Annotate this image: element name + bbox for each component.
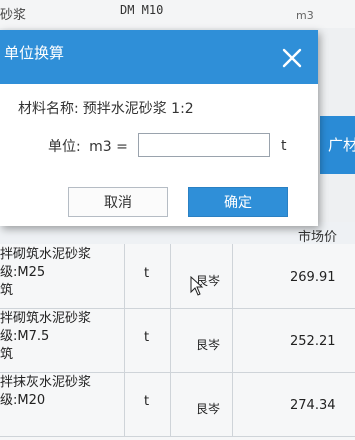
dialog-title: 单位换算 bbox=[4, 44, 65, 62]
material-name-label: 材料名称: bbox=[18, 101, 79, 117]
material-name-line: 材料名称: 预拌水泥砂浆 1:2 bbox=[18, 98, 194, 118]
material-table: 拌砌筑水泥砂浆 级:M25 筑 t 艮岑 269.91 拌砌筑水泥砂浆 级:M7… bbox=[0, 244, 355, 440]
table-row[interactable]: 拌砌筑水泥砂浆 级:M25 筑 t 艮岑 269.91 bbox=[0, 244, 355, 309]
cancel-button[interactable]: 取消 bbox=[68, 187, 168, 217]
equals-sign: = bbox=[116, 139, 128, 155]
table-row[interactable]: 拌砌筑水泥砂浆 级:M7.5 筑 t 艮岑 252.21 bbox=[0, 308, 355, 373]
close-icon[interactable] bbox=[280, 46, 304, 70]
row-unit: t bbox=[144, 330, 150, 345]
unit-conversion-dialog: 单位换算 材料名称: 预拌水泥砂浆 1:2 单位: m3 = t 取消 确定 bbox=[0, 30, 318, 226]
row-origin: 艮岑 bbox=[196, 338, 221, 352]
ok-button[interactable]: 确定 bbox=[188, 187, 288, 217]
unit-line: 单位: m3 = bbox=[48, 136, 128, 156]
conversion-factor-input[interactable] bbox=[138, 133, 270, 157]
unit-label: 单位: bbox=[48, 139, 81, 155]
from-unit: m3 bbox=[89, 139, 112, 155]
bg-cell-unit: m3 bbox=[296, 9, 314, 22]
row-name: 拌砌筑水泥砂浆 级:M25 筑 bbox=[0, 247, 92, 298]
row-origin: 艮岑 bbox=[196, 402, 221, 416]
row-price: 269.91 bbox=[290, 270, 336, 285]
table-row[interactable]: 拌抹灰水泥砂浆 级:M20 t 艮岑 274.34 bbox=[0, 372, 355, 437]
bg-cell-code: DM M10 bbox=[120, 3, 164, 17]
guangcai-button[interactable]: 广材 bbox=[320, 116, 355, 174]
to-unit: t bbox=[281, 138, 287, 154]
row-price: 274.34 bbox=[290, 398, 336, 413]
bg-cell-name: 砂浆 bbox=[0, 8, 27, 23]
row-unit: t bbox=[144, 266, 150, 281]
bg-table-top-row: 砂浆 DM M10 m3 bbox=[0, 0, 355, 29]
screen: 砂浆 DM M10 m3 广材 市场价(有 拌砌筑水泥砂浆 级:M25 筑 t … bbox=[0, 0, 355, 440]
mouse-pointer-icon bbox=[190, 276, 204, 296]
row-name: 拌砌筑水泥砂浆 级:M7.5 筑 bbox=[0, 311, 92, 362]
row-price: 252.21 bbox=[290, 334, 336, 349]
material-name-value: 预拌水泥砂浆 1:2 bbox=[82, 101, 194, 117]
row-unit: t bbox=[144, 394, 150, 409]
row-name: 拌抹灰水泥砂浆 级:M20 bbox=[0, 375, 92, 408]
dialog-titlebar[interactable]: 单位换算 bbox=[0, 30, 318, 84]
